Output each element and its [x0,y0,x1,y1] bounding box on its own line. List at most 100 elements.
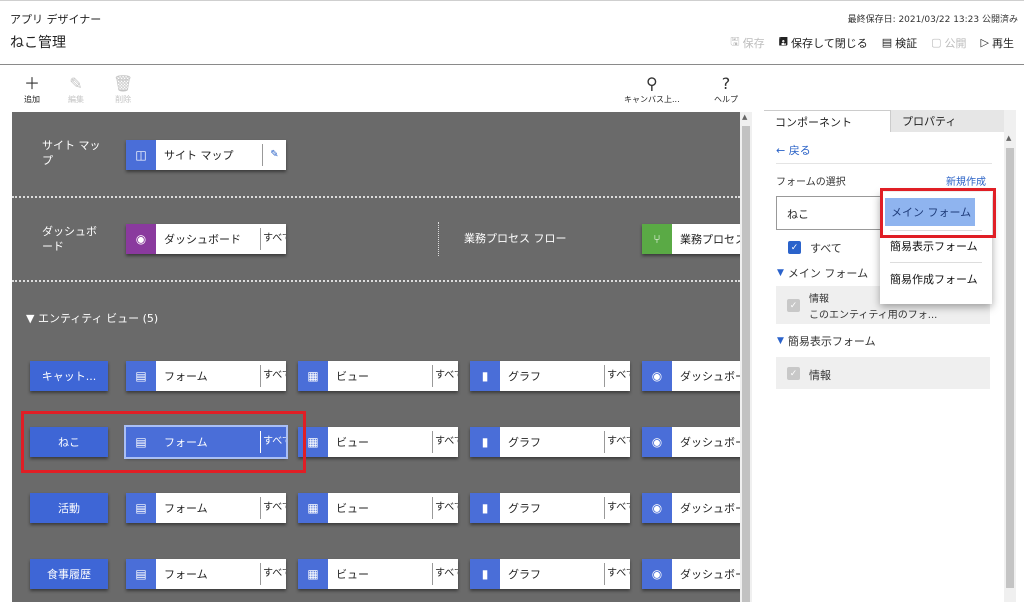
dropdown-item-quick-view[interactable]: 簡易表示フォーム [890,238,978,254]
delete-button[interactable]: 🗑 削除 [113,76,133,105]
expand-triangle-icon: ▼ [777,336,784,346]
collapse-triangle-icon: ▼ [26,312,35,325]
view-icon: ▦ [298,361,328,391]
chart-tile[interactable]: ▮グラフすべて [470,493,630,523]
dashboard-label: ダッシュボード [42,225,97,253]
designer-canvas: サイト マップ ◫ サイト マップ ✎ ダッシュボード ◉ ダッシュボード すべ… [12,112,740,602]
command-bar: 🖫 保存 🖪 保存して閉じる ▤ 検証 ▢ 公開 ▷ 再生 [730,33,1014,52]
save-close-icon: 🖪 [778,35,789,48]
tab-properties[interactable]: プロパティ [890,110,1004,132]
panel-divider [776,163,992,164]
header-divider [0,64,1024,65]
main-form-item-title: 情報 [809,294,829,305]
form-select-label: フォームの選択 [776,177,846,188]
highlight-box-neko-form [21,411,306,473]
view-tile[interactable]: ▦ビューすべて [298,559,458,589]
create-new-link[interactable]: 新規作成 [946,173,986,188]
search-icon: ⚲ [645,74,658,93]
edit-button[interactable]: ✎ 編集 [68,76,84,105]
pencil-icon: ✎ [69,74,83,93]
back-link[interactable]: ← 戻る [776,142,811,158]
dashboard-tile[interactable]: ◉ ダッシュボー [642,559,740,589]
chart-icon: ▮ [470,493,500,523]
form-tile[interactable]: ▤フォームすべて [126,361,286,391]
chart-icon: ▮ [470,559,500,589]
app-name: アプリ デザイナー [10,13,102,26]
main-form-group-header[interactable]: ▼ メイン フォーム [777,265,868,281]
entity-button-meal-history[interactable]: 食事履歴 [30,559,108,589]
dropdown-item-quick-create[interactable]: 簡易作成フォーム [890,271,978,287]
validate-button[interactable]: ▤ 検証 [882,33,917,52]
bpf-label: 業務プロセス フロー [464,232,567,245]
form-tile[interactable]: ▤フォームすべて [126,493,286,523]
doc-title: ねこ管理 [10,35,66,51]
section-divider [12,280,740,282]
entity-view-header[interactable]: ▼ エンティティ ビュー (5) [26,311,158,326]
form-icon: ▤ [126,559,156,589]
dashboard-icon: ◉ [642,559,672,589]
form-search-input[interactable]: ねこ [776,196,886,230]
save-icon: 🖫 [730,35,740,48]
validate-icon: ▤ [881,36,893,49]
publish-button[interactable]: ▢ 公開 [931,33,966,52]
view-icon: ▦ [298,559,328,589]
publish-icon: ▢ [931,36,942,49]
save-and-close-button[interactable]: 🖪 保存して閉じる [779,33,868,52]
dashboard-icon: ◉ [126,224,156,254]
view-tile[interactable]: ▦ビューすべて [298,493,458,523]
help-button[interactable]: ? ヘルプ [714,76,738,105]
add-button[interactable]: ＋ 追加 [24,76,40,105]
bpf-tile[interactable]: ⑂ 業務プロセス [642,224,740,254]
main-form-item-desc: このエンティティ用のフォ... [809,310,938,321]
save-button[interactable]: 🖫 保存 [730,33,764,52]
chart-icon: ▮ [470,427,500,457]
all-label: すべて [810,242,842,255]
scroll-up-icon[interactable]: ▲ [1006,134,1011,142]
sitemap-label: サイト マップ [42,139,101,167]
form-tile[interactable]: ▤フォームすべて [126,559,286,589]
play-button[interactable]: ▷ 再生 [981,33,1014,52]
help-icon: ? [721,74,731,93]
arrow-left-icon: ← [776,144,786,157]
top-border [0,0,1024,1]
highlight-box-main-form [880,188,996,238]
dashboard-tile[interactable]: ◉ ダッシュボー [642,361,740,391]
chart-tile[interactable]: ▮グラフすべて [470,361,630,391]
trash-icon: 🗑 [113,74,134,93]
entity-button-cat[interactable]: キャット... [30,361,108,391]
tab-components[interactable]: コンポーネント [764,110,890,132]
view-tile[interactable]: ▦ビューすべて [298,361,458,391]
dropdown-divider [890,262,982,263]
sitemap-tile[interactable]: ◫ サイト マップ ✎ [126,140,286,170]
app-designer: アプリ デザイナー ねこ管理 最終保存日: 2021/03/22 13:23 公… [0,0,1024,602]
quick-view-checkbox[interactable]: ✓ [787,367,800,380]
chart-tile[interactable]: ▮グラフすべて [470,559,630,589]
dashboard-icon: ◉ [642,493,672,523]
scrollbar-thumb[interactable] [742,126,750,602]
dashboard-tile[interactable]: ◉ ダッシュボー [642,427,740,457]
chart-tile[interactable]: ▮グラフすべて [470,427,630,457]
scrollbar-thumb[interactable] [1006,148,1014,588]
pencil-icon[interactable]: ✎ [262,144,286,166]
form-icon: ▤ [126,493,156,523]
dashboard-icon: ◉ [642,427,672,457]
panel-tabs: コンポーネント プロパティ [764,110,1004,132]
play-icon: ▷ [980,36,989,49]
quick-view-group-header[interactable]: ▼ 簡易表示フォーム [777,333,876,349]
expand-triangle-icon: ▼ [777,268,784,278]
panel-scrollbar[interactable]: ▲ [1004,110,1016,602]
main-form-checkbox[interactable]: ✓ [787,299,800,312]
all-checkbox[interactable]: ✓ [788,241,801,254]
quick-view-item-title: 情報 [809,369,831,382]
dashboard-tile[interactable]: ◉ ダッシュボー [642,493,740,523]
map-icon: ◫ [126,140,156,170]
view-tile[interactable]: ▦ビューすべて [298,427,458,457]
chart-icon: ▮ [470,361,500,391]
entity-button-activity[interactable]: 活動 [30,493,108,523]
dashboard-tile[interactable]: ◉ ダッシュボード すべて [126,224,286,254]
scroll-up-icon[interactable]: ▲ [742,113,747,121]
section-divider [12,196,740,198]
canvas-scrollbar[interactable]: ▲ [740,112,752,602]
search-canvas-button[interactable]: ⚲ キャンバス上... [624,76,680,105]
vertical-divider [438,222,439,256]
